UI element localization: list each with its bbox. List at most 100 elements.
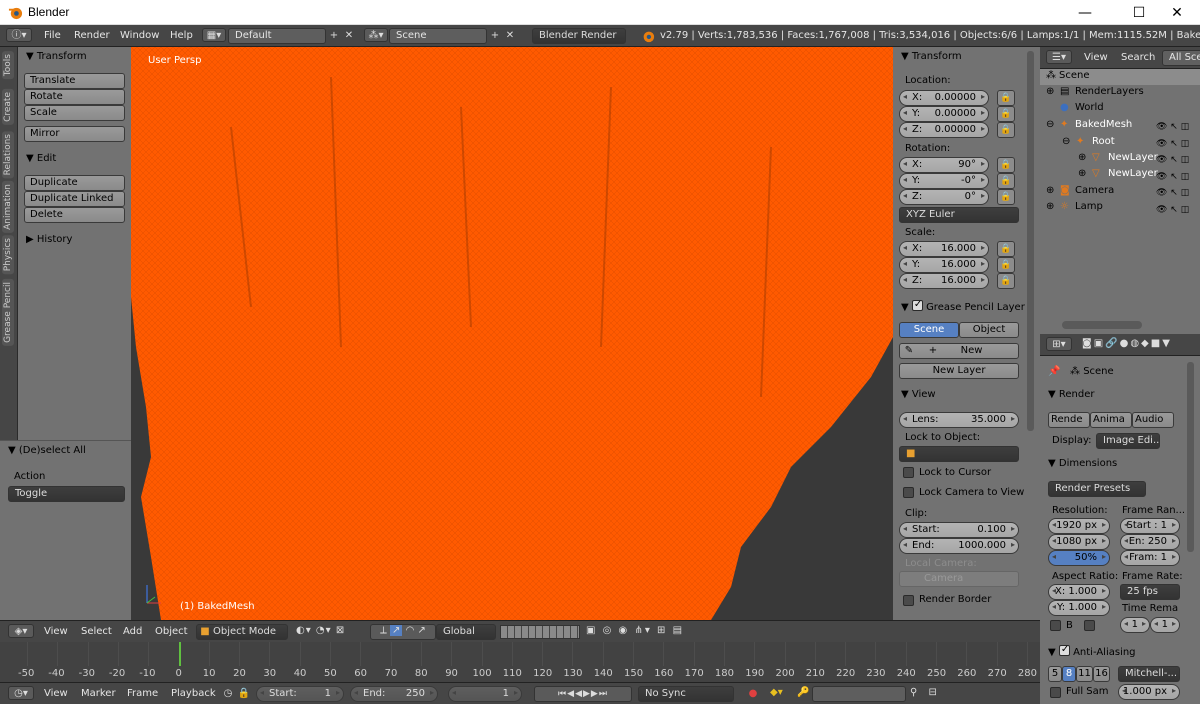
filter-size-field[interactable]: 1.000 px [1118,684,1180,700]
scale-button[interactable]: Scale [24,105,125,121]
layer-buttons[interactable] [500,625,580,639]
outliner-row-world[interactable]: ● World [1040,101,1200,117]
lock-cursor-checkbox[interactable] [903,467,914,478]
res-x-field[interactable]: 1920 px [1048,518,1110,534]
timeline-playback-menu[interactable]: Playback [171,688,216,699]
anti-aliasing-header[interactable]: ▼ Anti-Aliasing [1048,644,1136,658]
frame-rate-select[interactable]: 25 fps [1120,584,1180,600]
lock-icon[interactable]: 🔒 [997,157,1015,173]
scene-source-button[interactable]: Scene [899,322,959,338]
lock-icon[interactable]: 🔒 [997,106,1015,122]
history-panel-header[interactable]: ▶ History [26,234,72,245]
mesh-wireframe[interactable] [131,47,893,620]
scene-icon[interactable]: ⁂▾ [364,28,388,42]
orientation-select[interactable]: Global [436,624,496,640]
timeline[interactable]: -50 -40 -30 -20 -10 0 10 20 30 40 50 60 70 80 90 100 110… [0,642,1040,682]
n-transform-header[interactable]: ▼ Transform [901,51,962,62]
lock-icon[interactable]: 🔒 [997,189,1015,205]
tab-tools[interactable]: Tools [2,51,14,80]
aa-11-button[interactable]: 11 [1076,666,1093,682]
aspect-x-field[interactable]: X: 1.000 [1048,584,1110,600]
clip-end-field[interactable]: End: 1000.000 [899,538,1019,554]
viewport-select-menu[interactable]: Select [81,626,112,637]
keying-icon[interactable]: 🔑 [797,687,809,698]
translate-button[interactable]: Translate [24,73,125,89]
render-border-checkbox[interactable] [903,594,914,608]
time-remap-old-field[interactable]: 1 [1120,617,1150,633]
lock-icon[interactable]: 🔒 [237,687,251,701]
location-x-field[interactable]: X: 0.00000 [899,90,989,106]
view-panel-header[interactable]: ▼ View [901,389,936,400]
object-source-button[interactable]: Object [959,322,1019,338]
frame-end-field[interactable]: En: 250 [1120,534,1180,550]
lock-camera-checkbox[interactable] [903,487,914,498]
lock-icon[interactable]: 🔒 [997,122,1015,138]
timeline-frame-menu[interactable]: Frame [127,688,158,699]
edit-panel-header[interactable]: ▼ Edit [26,153,56,164]
render-presets-select[interactable]: Render Presets [1048,481,1146,497]
viewport-object-menu[interactable]: Object [155,626,188,637]
layout-field[interactable]: Default [228,28,326,44]
scale-y-field[interactable]: Y: 16.000 [899,257,989,273]
rotation-y-field[interactable]: Y: -0° [899,173,989,189]
new-layer-button[interactable]: New Layer [899,363,1019,379]
full-sample-checkbox[interactable] [1050,687,1061,698]
render-panel-header[interactable]: ▼ Render [1048,389,1094,400]
menu-file[interactable]: File [44,30,61,41]
visibility-icons[interactable]: 👁 ↖ ◫ 👁 ↖ ◫ 👁 ↖ ◫ 👁 ↖ ◫ 👁 ↖ ◫ 👁 ↖ ◫ [1156,119,1189,218]
add-layout-icon[interactable]: + [327,29,341,43]
frame-step-field[interactable]: Fram: 1 [1120,550,1180,566]
properties-editor-icon[interactable]: ⊞▾ [1046,337,1072,351]
aa-8-button[interactable]: 8 [1062,666,1076,682]
aa-16-button[interactable]: 16 [1093,666,1110,682]
manipulator-icons[interactable]: ⟂ ↗ ◠ ↗ [370,624,436,640]
operator-panel-header[interactable]: ▼ (De)select All [8,445,86,456]
action-select[interactable]: Toggle [8,486,125,502]
viewport-view-menu[interactable]: View [44,626,68,637]
duplicate-linked-button[interactable]: Duplicate Linked [24,191,125,207]
current-frame-field[interactable]: 1 [448,686,522,702]
keying-set-icons[interactable]: ◆▾ [770,687,783,698]
keying-set-field[interactable] [812,686,906,702]
clip-start-field[interactable]: Start: 0.100 [899,522,1019,538]
transform-panel-header[interactable]: ▼ Transform [26,51,87,62]
outliner-search-menu[interactable]: Search [1121,52,1155,63]
timeline-end-field[interactable]: End: 250 [350,686,438,702]
rotate-button[interactable]: Rotate [24,89,125,105]
lock-icon[interactable]: 🔒 [997,173,1015,189]
grease-pencil-header[interactable]: ▼ Grease Pencil Layer [901,299,1031,313]
lock-icon[interactable]: 🔒 [997,257,1015,273]
lock-icon[interactable]: 🔒 [997,90,1015,106]
tab-create[interactable]: Create [2,89,14,125]
aspect-y-field[interactable]: Y: 1.000 [1048,600,1110,616]
3d-viewport[interactable]: User Persp (1) BakedMesh [131,47,893,620]
delete-button[interactable]: Delete [24,207,125,223]
location-z-field[interactable]: Z: 0.00000 [899,122,989,138]
scale-z-field[interactable]: Z: 16.000 [899,273,989,289]
menu-window[interactable]: Window [120,30,159,41]
snap-render-icons[interactable]: ▣ ◎ ◉ ⋔▾ ⊞ ▤ [586,625,684,636]
render-animation-button[interactable]: Anima [1090,412,1132,428]
clock-icon[interactable]: ◷ [221,687,235,701]
timeline-start-field[interactable]: Start: 1 [256,686,344,702]
pin-icon[interactable]: 📌 [1048,366,1060,377]
tab-relations[interactable]: Relations [2,131,14,179]
res-percent-field[interactable]: 50% [1048,550,1110,566]
frame-start-field[interactable]: Start : 1 [1120,518,1180,534]
lens-field[interactable]: Lens: 35.000 [899,412,1019,428]
timeline-view-menu[interactable]: View [44,688,68,699]
render-engine-select[interactable]: Blender Render [532,28,626,44]
crop-checkbox[interactable] [1084,620,1095,631]
rotation-mode-select[interactable]: XYZ Euler [899,207,1019,223]
properties-scrollbar[interactable] [1027,51,1034,431]
close-button[interactable]: ✕ [1154,0,1200,25]
context-tabs-icons[interactable]: ◙▣🔗●◍◆■▼ [1082,338,1172,349]
outliner-editor-icon[interactable]: ☰▾ [1046,50,1072,64]
tab-grease-pencil[interactable]: Grease Pencil [2,279,14,346]
current-frame-cursor[interactable] [179,642,181,666]
lock-object-field[interactable]: ■ [899,446,1019,462]
remove-scene-icon[interactable]: ✕ [503,29,517,43]
render-border-check[interactable] [903,595,914,606]
add-scene-icon[interactable]: + [488,29,502,43]
render-image-button[interactable]: Rende [1048,412,1090,428]
